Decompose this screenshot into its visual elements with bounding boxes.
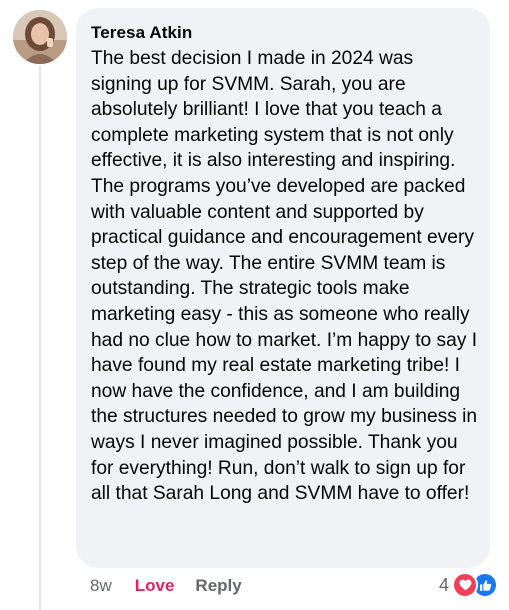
timestamp[interactable]: 8w — [90, 576, 112, 596]
reply-button[interactable]: Reply — [195, 576, 241, 596]
reaction-summary[interactable]: 4 — [439, 572, 498, 598]
comment-bubble: Teresa Atkin The best decision I made in… — [76, 8, 490, 568]
comment-actions: 8w Love Reply — [90, 575, 242, 597]
thread-line — [39, 66, 41, 610]
avatar-image — [13, 10, 67, 64]
comment-text: The best decision I made in 2024 was sig… — [91, 48, 478, 505]
author-name[interactable]: Teresa Atkin — [91, 23, 478, 43]
reaction-count: 4 — [438, 574, 449, 595]
comment-thread: Teresa Atkin The best decision I made in… — [0, 0, 509, 610]
avatar[interactable] — [13, 10, 67, 64]
love-button[interactable]: Love — [135, 576, 175, 596]
heart-icon — [452, 572, 478, 598]
